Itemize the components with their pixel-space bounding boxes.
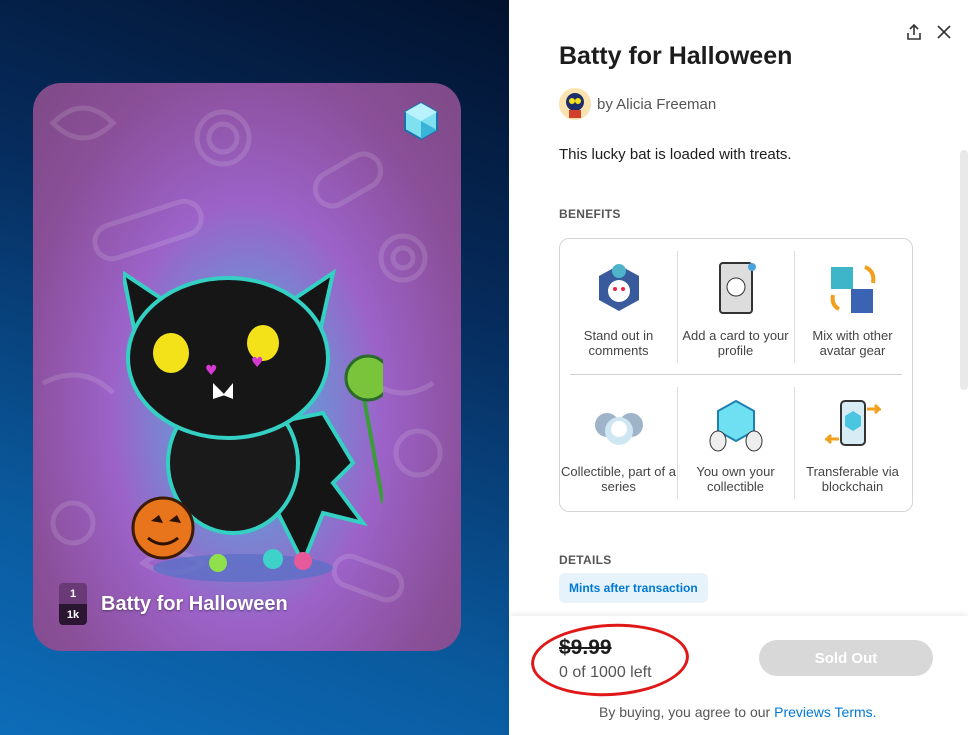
header-actions bbox=[906, 23, 952, 40]
edition-total: 1k bbox=[59, 604, 87, 625]
terms-prefix: By buying, you agree to our bbox=[599, 704, 775, 720]
benefit-item: Add a card to your profile bbox=[677, 239, 794, 375]
svg-text:♥: ♥ bbox=[205, 363, 218, 379]
benefits-label: BENEFITS bbox=[559, 207, 621, 221]
share-icon[interactable] bbox=[906, 23, 922, 40]
svg-text:♥: ♥ bbox=[251, 355, 264, 371]
series-icon bbox=[594, 413, 643, 445]
preview-pane: ♥ ♥ 1 1k Batty for Halloween bbox=[0, 0, 509, 735]
gem-icon bbox=[404, 101, 438, 141]
terms-text: By buying, you agree to our Previews Ter… bbox=[599, 704, 877, 720]
details-panel: Batty for Halloween by Alicia Freeman Th… bbox=[509, 0, 968, 735]
sold-out-button[interactable]: Sold Out bbox=[759, 640, 933, 676]
benefit-item: Transferable via blockchain bbox=[794, 375, 911, 511]
purchase-bar: $9.99 0 of 1000 left Sold Out By buying,… bbox=[509, 616, 968, 735]
crystal-hands-icon bbox=[709, 399, 762, 452]
benefit-label: You own your collectible bbox=[696, 464, 775, 494]
collectible-card: ♥ ♥ 1 1k Batty for Halloween bbox=[33, 83, 461, 651]
card-title: Batty for Halloween bbox=[101, 592, 288, 615]
card-footer: 1 1k Batty for Halloween bbox=[59, 583, 288, 625]
product-description: This lucky bat is loaded with treats. bbox=[559, 146, 792, 163]
product-title: Batty for Halloween bbox=[559, 42, 793, 70]
author-name[interactable]: by Alicia Freeman bbox=[597, 96, 716, 113]
avatar-gear-icon bbox=[830, 265, 875, 313]
price: $9.99 bbox=[559, 636, 612, 659]
author-avatar[interactable] bbox=[559, 88, 591, 120]
red-annotation-circle bbox=[529, 619, 691, 701]
benefit-item: Collectible, part of a series bbox=[560, 375, 677, 511]
close-icon[interactable] bbox=[936, 24, 952, 40]
details-label: DETAILS bbox=[559, 553, 612, 567]
mints-after-transaction-pill: Mints after transaction bbox=[559, 573, 708, 603]
benefit-label: Collectible, part of a series bbox=[561, 464, 676, 494]
edition-number: 1 bbox=[59, 583, 87, 604]
previews-terms-link[interactable]: Previews Terms. bbox=[774, 704, 876, 720]
benefits-grid: Stand out in comments Add a card to your… bbox=[559, 238, 913, 512]
snoo-hexagon-icon bbox=[598, 264, 639, 311]
transfer-phone-icon bbox=[822, 400, 883, 446]
batty-character-illustration: ♥ ♥ bbox=[123, 268, 383, 582]
benefit-label: Add a card to your profile bbox=[682, 328, 789, 358]
benefit-label: Stand out in comments bbox=[583, 328, 654, 358]
profile-card-icon bbox=[718, 262, 756, 314]
benefit-item: You own your collectible bbox=[677, 375, 794, 511]
benefit-label: Mix with other avatar gear bbox=[812, 328, 893, 358]
benefit-label: Transferable via blockchain bbox=[806, 464, 899, 494]
benefit-item: Mix with other avatar gear bbox=[794, 239, 911, 375]
author-row[interactable]: by Alicia Freeman bbox=[559, 88, 716, 120]
edition-badge: 1 1k bbox=[59, 583, 87, 625]
scrollbar[interactable] bbox=[960, 150, 968, 390]
benefit-item: Stand out in comments bbox=[560, 239, 677, 375]
remaining-count: 0 of 1000 left bbox=[559, 664, 652, 681]
